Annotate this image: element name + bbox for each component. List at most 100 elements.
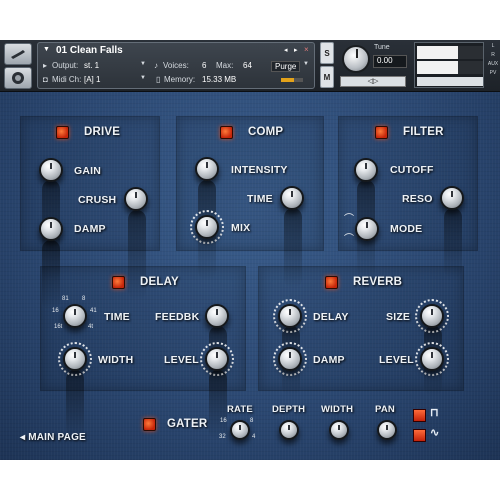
knob-shadow	[209, 370, 227, 440]
delay-feedbk-knob[interactable]	[205, 304, 229, 328]
midi-label: Midi Ch:	[52, 75, 82, 84]
drive-gain-knob[interactable]	[39, 158, 63, 182]
next-instrument-icon[interactable]: ▸	[294, 46, 298, 54]
reverb-level-knob[interactable]	[420, 347, 444, 371]
reverb-damp-knob[interactable]	[278, 347, 302, 371]
tune-label: Tune	[374, 44, 390, 51]
aux-button[interactable]: AUX	[486, 60, 500, 69]
speaker-icon[interactable]	[4, 67, 32, 89]
close-instrument-icon[interactable]: ×	[304, 45, 309, 54]
instrument-info-panel: ▼ 01 Clean Falls ◂ ▸ × ▸ Output: st. 1 ▼…	[37, 42, 315, 89]
voices-label: Voices:	[163, 61, 189, 70]
mute-button[interactable]: M	[320, 66, 334, 88]
filter-cutoff-label: CUTOFF	[390, 164, 434, 176]
gater-sine-wave-button[interactable]	[413, 429, 426, 442]
prev-instrument-icon[interactable]: ◂	[284, 46, 288, 54]
instrument-name[interactable]: 01 Clean Falls	[56, 45, 123, 56]
knob-shadow	[284, 208, 302, 288]
delay-time-label: TIME	[104, 311, 130, 323]
filter-title: FILTER	[403, 126, 444, 138]
comp-intensity-label: INTENSITY	[231, 164, 288, 176]
delay-tick: 4t	[88, 324, 94, 330]
comp-time-knob[interactable]	[280, 186, 304, 210]
output-side-labels: L R AUX PV	[486, 42, 500, 88]
knob-shadow	[66, 370, 84, 440]
memory-label: Memory:	[164, 75, 196, 84]
comp-enable-led[interactable]	[220, 126, 233, 139]
square-wave-icon: ⊓	[430, 407, 439, 419]
instrument-header: ▼ 01 Clean Falls ◂ ▸ × ▸ Output: st. 1 ▼…	[0, 40, 500, 92]
reverb-damp-label: DAMP	[313, 354, 345, 366]
voices-value: 6	[202, 61, 207, 70]
level-meters	[414, 42, 484, 88]
pv-button[interactable]: PV	[486, 69, 500, 78]
filter-mode-label: MODE	[390, 223, 423, 235]
gater-rate-label: RATE	[227, 404, 253, 415]
purge-dropdown-icon[interactable]: ▼	[303, 61, 309, 67]
drive-crush-knob[interactable]	[124, 187, 148, 211]
delay-width-label: WIDTH	[98, 354, 134, 366]
filter-cutoff-knob[interactable]	[354, 158, 378, 182]
plugin-window: ▼ 01 Clean Falls ◂ ▸ × ▸ Output: st. 1 ▼…	[0, 40, 500, 460]
comp-mix-knob[interactable]	[195, 215, 219, 239]
gater-rate-tick: 8	[250, 418, 254, 424]
main-page-link[interactable]: ◂ MAIN PAGE	[20, 432, 86, 443]
gater-depth-knob[interactable]	[279, 420, 299, 440]
comp-intensity-knob[interactable]	[195, 157, 219, 181]
reverb-delay-knob[interactable]	[278, 304, 302, 328]
delay-width-knob[interactable]	[63, 347, 87, 371]
tune-knob[interactable]	[342, 45, 370, 73]
gater-rate-tick: 4	[252, 434, 256, 440]
output-dropdown-icon[interactable]: ▼	[140, 61, 146, 67]
filter-reso-knob[interactable]	[440, 186, 464, 210]
drive-gain-label: GAIN	[74, 165, 102, 177]
memory-value: 15.33 MB	[202, 75, 237, 84]
filter-enable-led[interactable]	[375, 126, 388, 139]
delay-level-knob[interactable]	[205, 347, 229, 371]
gater-title: GATER	[167, 418, 208, 430]
reverb-size-knob[interactable]	[420, 304, 444, 328]
purge-button[interactable]: Purge	[271, 61, 301, 72]
instrument-menu-arrow-icon[interactable]: ▼	[43, 46, 50, 53]
midi-dropdown-icon[interactable]: ▼	[140, 75, 146, 81]
delay-enable-led[interactable]	[112, 276, 125, 289]
delay-tick: 16t	[54, 324, 63, 330]
delay-time-knob[interactable]	[63, 304, 87, 328]
output-select[interactable]: st. 1	[84, 61, 99, 70]
reverb-enable-led[interactable]	[325, 276, 338, 289]
solo-button[interactable]: S	[320, 42, 334, 64]
drive-enable-led[interactable]	[56, 126, 69, 139]
pan-slider[interactable]: ◁▷	[340, 76, 406, 87]
max-voices-value[interactable]: 64	[243, 61, 252, 70]
gater-pan-knob[interactable]	[377, 420, 397, 440]
volume-slider[interactable]	[417, 77, 483, 86]
tune-value[interactable]: 0.00	[373, 55, 407, 68]
filter-mode-knob[interactable]	[355, 217, 379, 241]
output-label: Output:	[52, 61, 79, 70]
gater-square-wave-button[interactable]	[413, 409, 426, 422]
delay-title: DELAY	[140, 276, 179, 288]
delay-level-label: LEVEL	[164, 354, 199, 366]
reverb-size-label: SIZE	[386, 311, 411, 323]
filter-highpass-icon: ⌒	[344, 234, 354, 245]
meter-left	[417, 46, 483, 59]
filter-lowpass-icon: ⌒	[344, 214, 354, 225]
midi-channel-select[interactable]: [A] 1	[84, 75, 100, 84]
drive-damp-knob[interactable]	[39, 217, 63, 241]
max-label: Max:	[216, 61, 234, 70]
delay-feedbk-label: FEEDBK	[155, 311, 200, 323]
delay-tick: 41	[90, 308, 97, 314]
wrench-icon[interactable]	[4, 43, 32, 65]
side-label-l: L	[491, 43, 495, 49]
gater-enable-led[interactable]	[143, 418, 156, 431]
gater-width-knob[interactable]	[329, 420, 349, 440]
knob-shadow	[444, 208, 462, 278]
gater-rate-knob[interactable]	[230, 420, 250, 440]
drive-damp-label: DAMP	[74, 223, 106, 235]
drive-crush-label: CRUSH	[78, 194, 117, 206]
midi-icon: ◘	[43, 75, 48, 84]
comp-title: COMP	[248, 126, 284, 138]
knob-shadow	[42, 240, 60, 310]
reverb-level-label: LEVEL	[379, 354, 414, 366]
filter-reso-label: RESO	[402, 193, 433, 205]
